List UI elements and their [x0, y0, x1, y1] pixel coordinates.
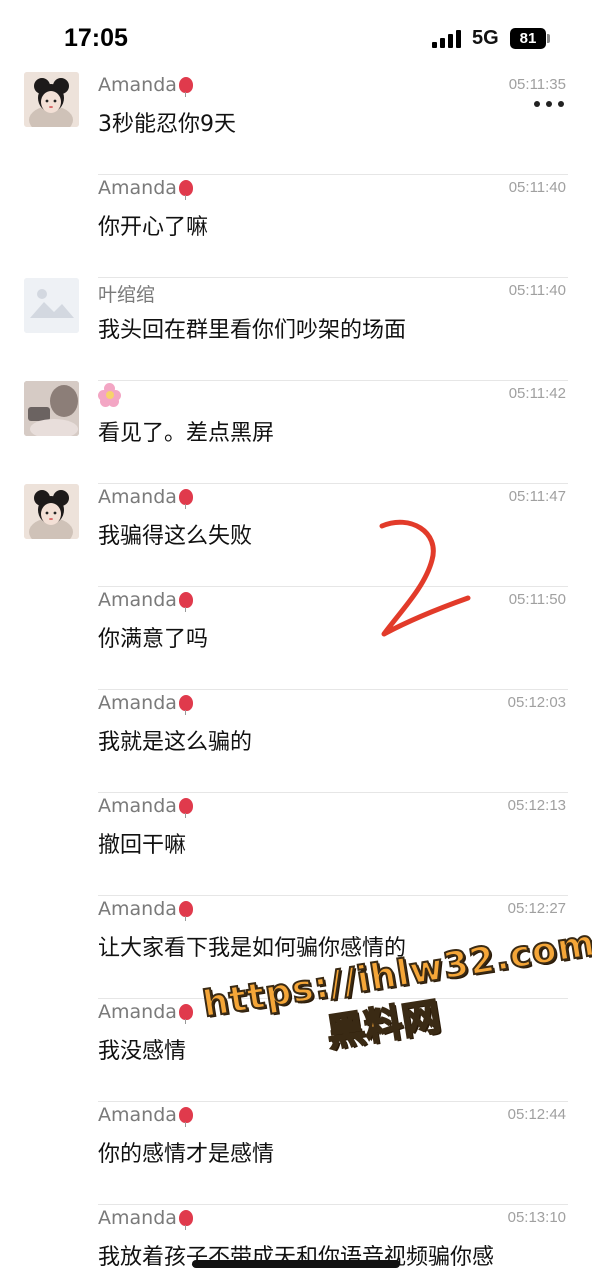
battery-cap: [547, 34, 550, 43]
message-sender: Amanda: [98, 486, 193, 509]
message-sender: Amanda: [98, 795, 193, 818]
message-sender: Amanda: [98, 177, 193, 200]
sender-name: Amanda: [98, 589, 177, 611]
placeholder-avatar[interactable]: [24, 278, 79, 333]
message-time: 05:12:27: [507, 900, 566, 917]
balloon-icon: [178, 77, 193, 97]
message-sender: 叶绾绾: [98, 280, 155, 307]
message-time: 05:11:50: [508, 591, 566, 608]
message-text: 撤回干嘛: [98, 833, 187, 858]
message-row[interactable]: 叶绾绾 05:11:40 我头回在群里看你们吵架的场面: [0, 278, 592, 381]
sender-name: Amanda: [98, 898, 177, 920]
sender-name: Amanda: [98, 1001, 177, 1023]
message-sender: Amanda: [98, 74, 193, 97]
message-text: 我骗得这么失败: [98, 524, 253, 549]
photo-avatar[interactable]: [24, 381, 79, 436]
message-time: 05:11:47: [508, 488, 566, 505]
balloon-icon: [178, 1004, 193, 1024]
message-time: 05:13:10: [507, 1209, 566, 1226]
flower-icon: [98, 383, 122, 407]
sender-name: Amanda: [98, 1207, 177, 1229]
message-text: 你开心了嘛: [98, 215, 209, 240]
message-sender: Amanda: [98, 1207, 193, 1230]
message-text: 3秒能忍你9天: [98, 112, 236, 137]
sender-name: Amanda: [98, 74, 177, 96]
girl-avatar[interactable]: [24, 484, 79, 539]
sender-name: Amanda: [98, 1104, 177, 1126]
message-time: 05:11:40: [508, 282, 566, 299]
sender-name: Amanda: [98, 486, 177, 508]
message-text: 看见了。差点黑屏: [98, 421, 275, 446]
network-type: 5G: [472, 27, 499, 49]
message-row[interactable]: Amanda 05:11:50 你满意了吗: [0, 587, 592, 690]
message-text: 我没感情: [98, 1039, 187, 1064]
balloon-icon: [178, 592, 193, 612]
message-time: 05:11:40: [508, 179, 566, 196]
message-text: 你满意了吗: [98, 627, 209, 652]
home-indicator[interactable]: [192, 1260, 400, 1268]
message-row[interactable]: Amanda 05:13:10 我放着孩子不带成天和你语音视频骗你感: [0, 1205, 592, 1280]
message-sender: Amanda: [98, 1104, 193, 1127]
message-sender: [98, 383, 122, 412]
message-row[interactable]: 05:11:42 看见了。差点黑屏: [0, 381, 592, 484]
message-time: 05:11:35: [508, 76, 566, 93]
status-bar: 17:05 5G 81: [0, 0, 592, 76]
balloon-icon: [178, 798, 193, 818]
message-row[interactable]: Amanda 05:12:13 撤回干嘛: [0, 793, 592, 896]
sender-name: 叶绾绾: [98, 284, 156, 306]
sender-name: Amanda: [98, 692, 177, 714]
message-text: 让大家看下我是如何骗你感情的: [98, 936, 407, 961]
message-text: 我头回在群里看你们吵架的场面: [98, 318, 407, 343]
message-sender: Amanda: [98, 1001, 193, 1024]
message-sender: Amanda: [98, 589, 193, 612]
message-row[interactable]: Amanda 05:11:40 你开心了嘛: [0, 175, 592, 278]
balloon-icon: [178, 489, 193, 509]
girl-avatar[interactable]: [24, 72, 79, 127]
sender-name: Amanda: [98, 795, 177, 817]
status-time: 17:05: [64, 24, 128, 52]
message-time: 05:12:44: [507, 1106, 566, 1123]
message-sender: Amanda: [98, 898, 193, 921]
handwritten-annotation: [379, 519, 471, 637]
message-row[interactable]: Amanda 05:11:35 3秒能忍你9天: [0, 72, 592, 175]
balloon-icon: [178, 180, 193, 200]
battery-icon: 81: [510, 28, 546, 49]
message-text: 我就是这么骗的: [98, 730, 253, 755]
sender-name: Amanda: [98, 177, 177, 199]
signal-icon: [432, 30, 462, 48]
message-time: 05:12:03: [507, 694, 566, 711]
message-time: 05:11:42: [508, 385, 566, 402]
balloon-icon: [178, 695, 193, 715]
balloon-icon: [178, 901, 193, 921]
message-row[interactable]: Amanda 05:11:47 我骗得这么失败: [0, 484, 592, 587]
balloon-icon: [178, 1210, 193, 1230]
message-row[interactable]: Amanda 05:12:03 我就是这么骗的: [0, 690, 592, 793]
message-text: 你的感情才是感情: [98, 1142, 275, 1167]
balloon-icon: [178, 1107, 193, 1127]
message-row[interactable]: Amanda 05:12:44 你的感情才是感情: [0, 1102, 592, 1205]
message-sender: Amanda: [98, 692, 193, 715]
message-time: 05:12:13: [507, 797, 566, 814]
